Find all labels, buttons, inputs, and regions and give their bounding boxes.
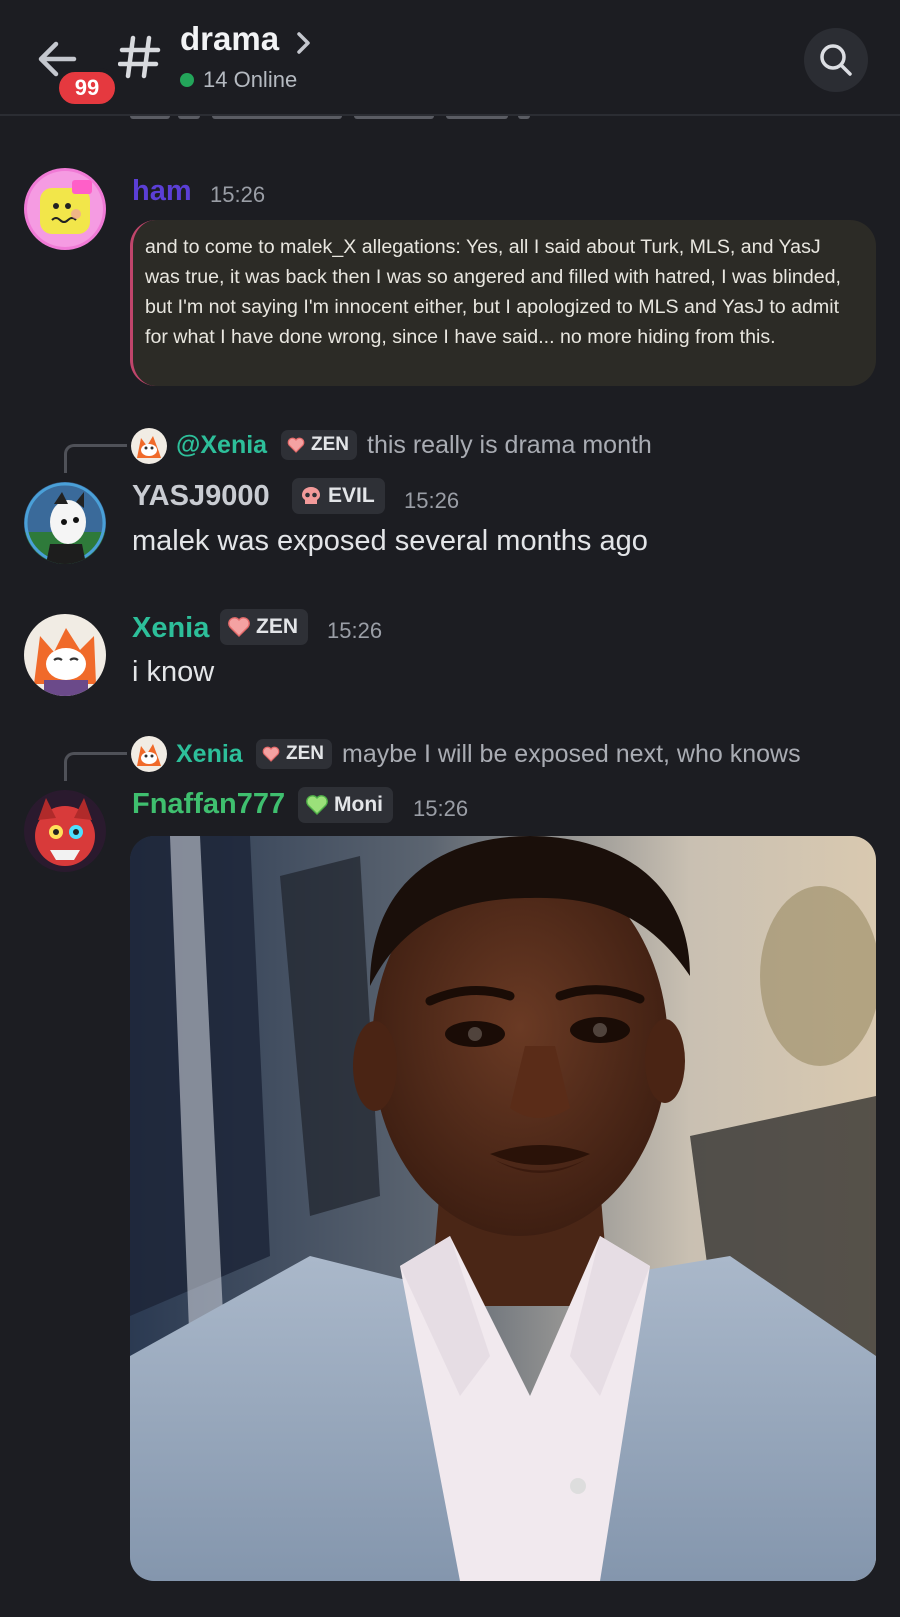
reply-preview-text[interactable]: maybe I will be exposed next, who knows [342, 740, 801, 769]
skull-icon [300, 486, 322, 506]
heart-icon [228, 617, 250, 637]
role-tag: EVIL [292, 478, 385, 514]
message-timestamp: 15:26 [327, 618, 383, 643]
search-button[interactable] [804, 28, 868, 92]
role-tag: ZEN [220, 609, 308, 645]
reply-avatar[interactable] [131, 736, 167, 772]
reply-avatar[interactable] [131, 428, 167, 464]
channel-name[interactable]: drama [180, 20, 279, 58]
role-tag: ZEN [256, 739, 332, 769]
role-tag: ZEN [281, 430, 357, 460]
online-count: 14 Online [203, 67, 298, 92]
previous-message-cutoff [130, 116, 550, 122]
role-tag-label: EVIL [328, 484, 375, 507]
role-tag-label: Moni [334, 793, 383, 816]
heart-icon [262, 746, 280, 762]
reply-username[interactable]: @Xenia [176, 431, 267, 460]
online-dot [180, 73, 194, 87]
message-timestamp: 15:26 [404, 488, 460, 513]
message-text: malek was exposed several months ago [132, 525, 648, 557]
avatar[interactable] [24, 614, 106, 696]
hash-icon [117, 30, 162, 84]
reply-username[interactable]: Xenia [176, 740, 243, 769]
username[interactable]: YASJ9000 [132, 480, 270, 513]
username[interactable]: Xenia [132, 612, 209, 645]
search-icon [820, 44, 852, 76]
online-status: 14 Online [180, 66, 297, 94]
quoted-message: and to come to malek_X allegations: Yes,… [130, 220, 876, 386]
role-tag-label: ZEN [311, 434, 349, 455]
message-text: i know [132, 656, 215, 688]
username[interactable]: Fnaffan777 [132, 788, 285, 821]
username[interactable]: ham [132, 175, 192, 208]
heart-icon [287, 437, 305, 453]
reply-preview-text[interactable]: this really is drama month [367, 431, 652, 460]
role-tag-label: ZEN [286, 743, 324, 764]
image-attachment[interactable] [130, 836, 876, 1581]
green-heart-icon [306, 795, 328, 815]
avatar[interactable] [24, 482, 106, 564]
avatar[interactable] [24, 790, 106, 872]
avatar[interactable] [24, 168, 106, 250]
channel-header: 99 drama 14 Online [0, 0, 900, 116]
reply-connector [64, 444, 127, 473]
role-tag-label: ZEN [256, 615, 298, 638]
unread-badge: 99 [55, 68, 119, 108]
role-tag: Moni [298, 787, 393, 823]
chevron-right-icon[interactable] [294, 30, 314, 56]
message-timestamp: 15:26 [413, 796, 469, 821]
reply-connector [64, 752, 127, 781]
message-timestamp: 15:26 [210, 182, 266, 207]
